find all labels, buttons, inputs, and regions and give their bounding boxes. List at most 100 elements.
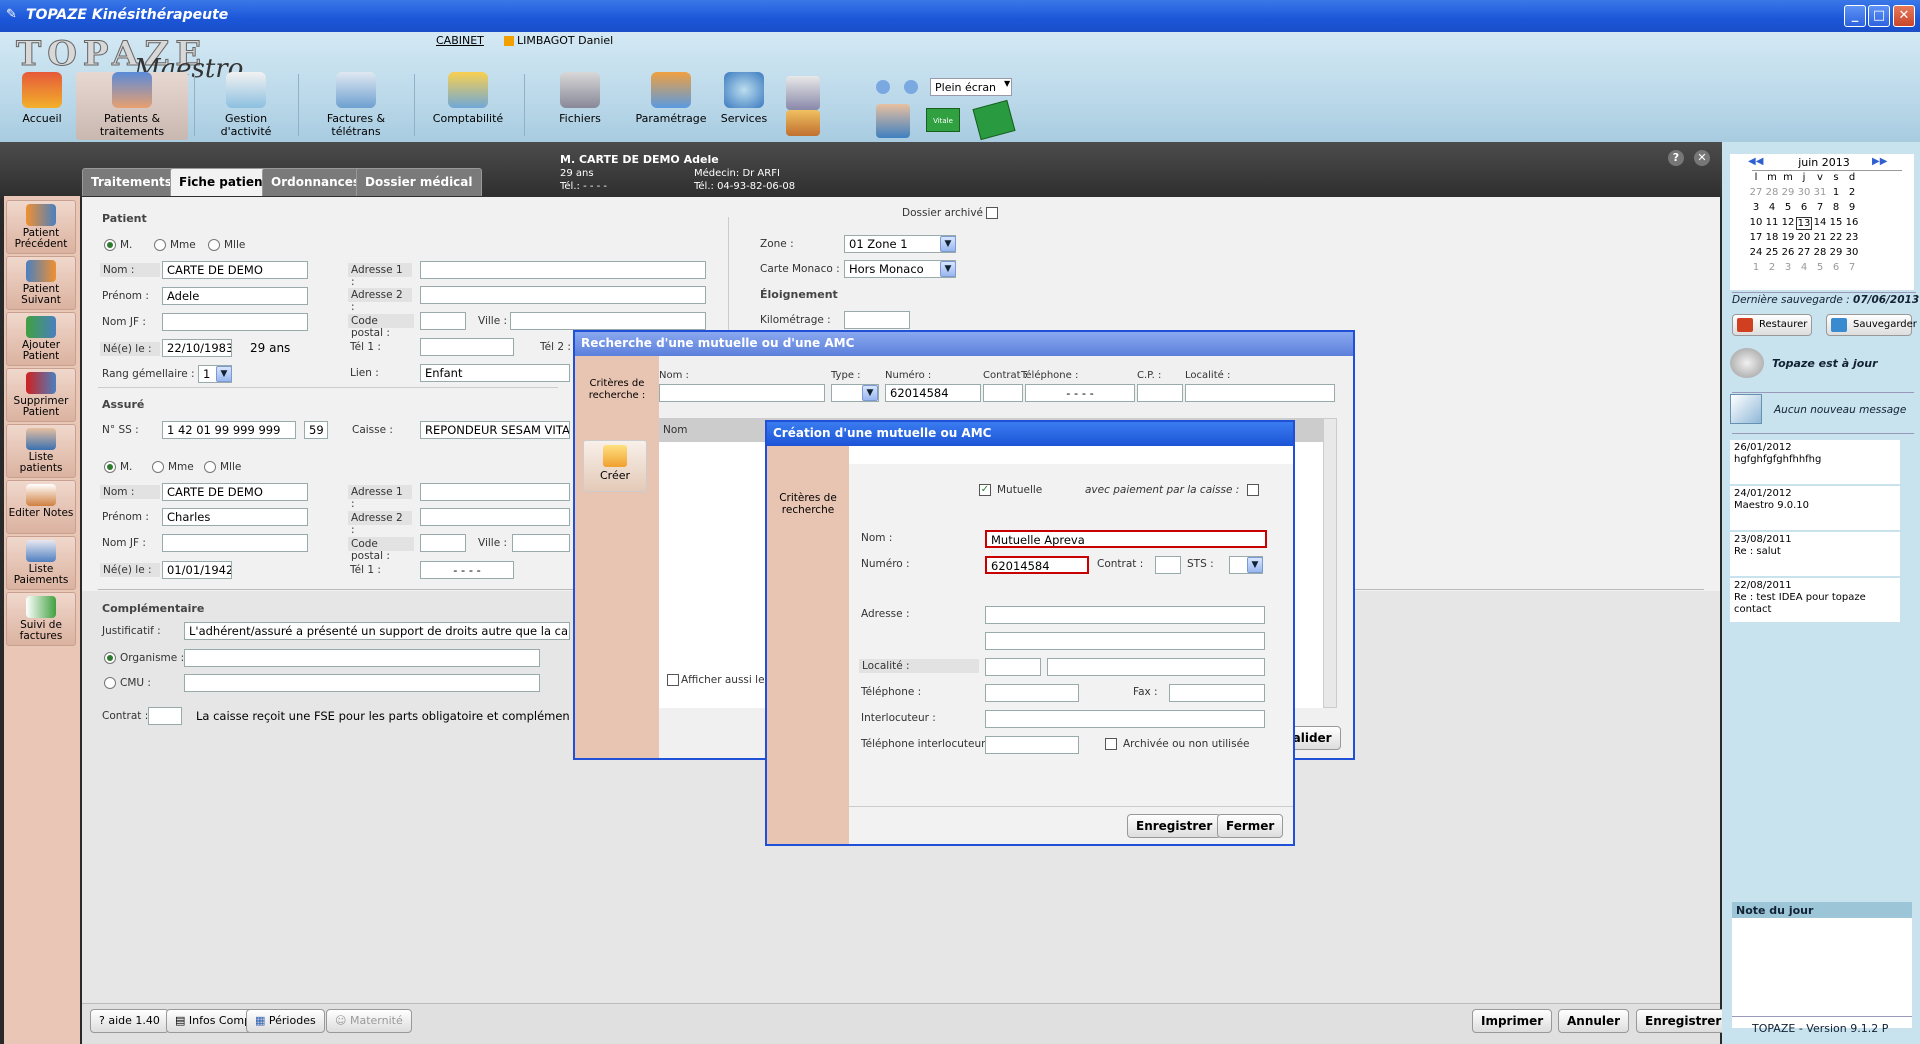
calendar-day[interactable]: 7 (1844, 262, 1860, 273)
sidebar-patient-suivant[interactable]: Patient Suivant (6, 256, 76, 310)
nss-key-input[interactable]: 59 (304, 421, 328, 439)
calendar-day[interactable]: 1 (1748, 262, 1764, 273)
calendar-day[interactable]: 6 (1828, 262, 1844, 273)
radio-m[interactable] (104, 239, 116, 251)
nav-gestion[interactable]: Gestion d'activité (200, 72, 292, 140)
tab-ordonnances[interactable]: Ordonnances (262, 168, 370, 196)
calendar-day[interactable]: 15 (1828, 217, 1844, 228)
calendar-day[interactable]: 22 (1828, 232, 1844, 243)
tab-traitements[interactable]: Traitements (82, 168, 181, 196)
calendar-day[interactable]: 8 (1828, 202, 1844, 213)
search-results-scrollbar[interactable] (1323, 418, 1337, 708)
create-fermer-button[interactable]: Fermer (1217, 814, 1284, 838)
search-localite-input[interactable] (1185, 384, 1335, 402)
calendar-day[interactable]: 14 (1812, 217, 1828, 228)
tel1-input[interactable] (420, 338, 514, 356)
tab-dossier-medical[interactable]: Dossier médical (356, 168, 482, 196)
assure-birthdate-input[interactable]: 01/01/1942 (162, 561, 232, 579)
nav-patients[interactable]: Patients & traitements (76, 72, 188, 140)
nav-comptabilite[interactable]: Comptabilité (420, 72, 516, 140)
chevron-down-icon[interactable]: ▼ (940, 261, 956, 277)
minimize-button[interactable]: _ (1844, 5, 1866, 27)
radio-mlle[interactable] (208, 239, 220, 251)
calendar-day[interactable]: 6 (1796, 202, 1812, 213)
adresse2-input[interactable] (420, 286, 706, 304)
calendar-day[interactable]: 10 (1748, 217, 1764, 228)
calendar-day[interactable]: 11 (1764, 217, 1780, 228)
create-localite-input[interactable] (1047, 658, 1265, 676)
create-cp-input[interactable] (985, 658, 1041, 676)
assure-ville-input[interactable] (512, 534, 570, 552)
assure-prenom-input[interactable]: Charles (162, 508, 308, 526)
nav-accueil[interactable]: Accueil (14, 72, 70, 140)
next-month-icon[interactable]: ▶▶ (1872, 156, 1887, 167)
calendar-day[interactable]: 29 (1828, 247, 1844, 258)
paiement-checkbox[interactable] (1247, 484, 1259, 496)
calendar-day[interactable]: 1 (1828, 187, 1844, 198)
assure-nomjf-input[interactable] (162, 534, 308, 552)
restaurer-button[interactable]: Restaurer (1732, 314, 1812, 336)
printer-icon[interactable] (786, 76, 820, 110)
message-item[interactable]: 22/08/2011 Re : test IDEA pour topaze con… (1730, 578, 1900, 622)
create-adresse2-input[interactable] (985, 632, 1265, 650)
sidebar-editer-notes[interactable]: Editer Notes (6, 480, 76, 534)
sauvegarder-button[interactable]: Sauvegarder (1826, 314, 1917, 336)
assure-adresse1-input[interactable] (420, 483, 570, 501)
chevron-down-icon[interactable]: ▼ (1004, 79, 1010, 88)
periodes-button[interactable]: ▦ Périodes (246, 1009, 325, 1033)
dossier-archive-checkbox[interactable] (986, 207, 998, 219)
nom-input[interactable]: CARTE DE DEMO (162, 261, 308, 279)
assure-adresse2-input[interactable] (420, 508, 570, 526)
chevron-down-icon[interactable]: ▼ (216, 366, 232, 382)
calendar-day[interactable]: 17 (1748, 232, 1764, 243)
calendar-day[interactable]: 28 (1812, 247, 1828, 258)
create-telephone-input[interactable] (985, 684, 1079, 702)
imprimer-button[interactable]: Imprimer (1472, 1009, 1553, 1033)
ville-input[interactable] (510, 312, 706, 330)
calendar-day[interactable]: 2 (1844, 187, 1860, 198)
search-numero-input[interactable]: 62014584 (885, 384, 981, 402)
calendar-day[interactable]: 2 (1764, 262, 1780, 273)
calendar-day[interactable]: 26 (1780, 247, 1796, 258)
create-interlocuteur-input[interactable] (985, 710, 1265, 728)
calendar-day[interactable]: 30 (1796, 187, 1812, 198)
search-telephone-input[interactable]: - - - - (1025, 384, 1135, 402)
nav-parametrage[interactable]: Paramétrage (634, 72, 708, 140)
create-nom-input[interactable]: Mutuelle Apreva (985, 530, 1267, 548)
calendar-day[interactable]: 21 (1812, 232, 1828, 243)
create-enregistrer-button[interactable]: Enregistrer (1127, 814, 1222, 838)
cabinet-link[interactable]: CABINET (436, 34, 484, 47)
calendar-day[interactable]: 9 (1844, 202, 1860, 213)
radio-cmu[interactable] (104, 677, 116, 689)
calendar-day[interactable]: 5 (1812, 262, 1828, 273)
radio-organisme[interactable] (104, 652, 116, 664)
forward-icon[interactable] (904, 80, 918, 94)
chevron-down-icon[interactable]: ▼ (862, 385, 878, 401)
card-reader-icon[interactable] (972, 99, 1016, 141)
archivee-checkbox[interactable] (1105, 738, 1117, 750)
nss-input[interactable]: 1 42 01 99 999 999 (162, 421, 296, 439)
birthdate-input[interactable]: 22/10/1983 (162, 339, 232, 357)
aide-button[interactable]: ? aide 1.40 (90, 1009, 169, 1033)
calendar-day[interactable]: 28 (1764, 187, 1780, 198)
screen-mode-select[interactable]: Plein écran (930, 78, 1012, 96)
calendar-day[interactable]: 5 (1780, 202, 1796, 213)
message-item[interactable]: 23/08/2011 Re : salut (1730, 532, 1900, 576)
search-contrat-input[interactable] (983, 384, 1023, 402)
creer-button[interactable]: Créer (583, 440, 647, 492)
radio-assure-mme[interactable] (152, 461, 164, 473)
cp-input[interactable] (420, 312, 466, 330)
create-fax-input[interactable] (1169, 684, 1265, 702)
message-item[interactable]: 26/01/2012 hgfghfgfghfhhfhg (1730, 440, 1900, 484)
calendar-day[interactable]: 20 (1796, 232, 1812, 243)
nav-factures[interactable]: Factures & télétrans (304, 72, 408, 140)
annuler-button[interactable]: Annuler (1558, 1009, 1630, 1033)
radio-mme[interactable] (154, 239, 166, 251)
create-contrat-input[interactable] (1155, 556, 1181, 574)
afficher-checkbox[interactable] (667, 674, 679, 686)
organisme-input[interactable] (184, 649, 540, 667)
contrat-input[interactable] (148, 707, 182, 725)
pencil-icon[interactable] (786, 110, 820, 136)
close-button[interactable]: ✕ (1893, 5, 1915, 27)
sidebar-liste-patients[interactable]: Liste patients (6, 424, 76, 478)
